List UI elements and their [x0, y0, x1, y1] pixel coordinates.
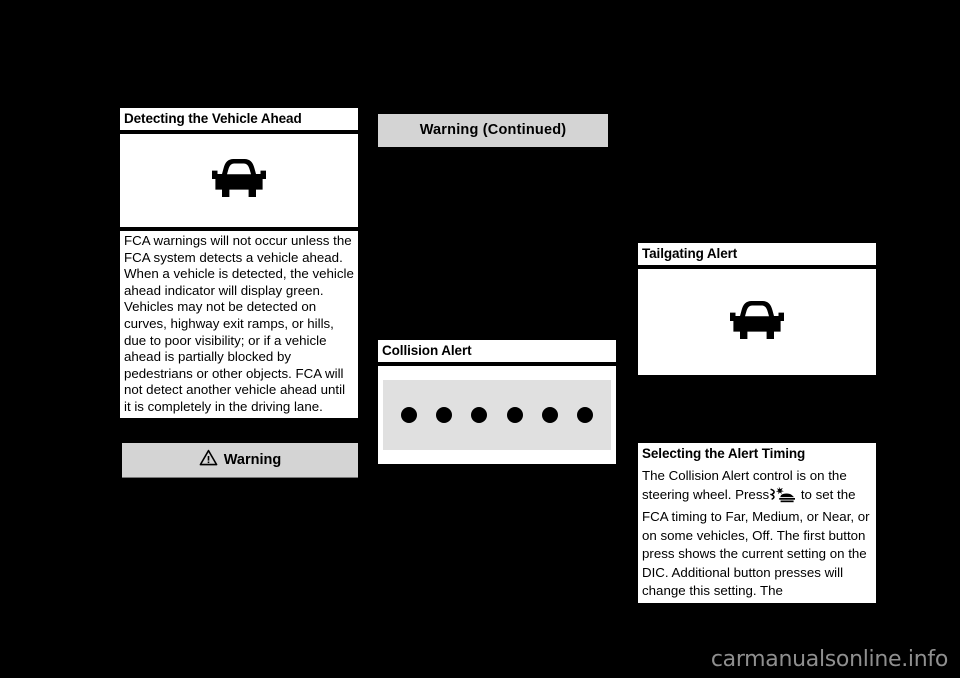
body-text-detecting-vehicle-ahead: FCA warnings will not occur unless the F… [120, 231, 358, 418]
alert-dot [435, 407, 452, 423]
figure-vehicle-ahead [120, 134, 358, 227]
alert-dot [506, 407, 523, 423]
warning-bar-column-1: Warning [122, 443, 358, 477]
section-tailgating-alert: Tailgating Alert [638, 243, 876, 375]
section-selecting-the-alert-timing: Selecting the Alert Timing The Collision… [638, 443, 876, 603]
section-heading-tailgating-alert: Tailgating Alert [638, 243, 876, 265]
tailgating-alert-vehicle-icon [727, 298, 787, 347]
body-text-selecting-alert-timing: The Collision Alert control is on the st… [638, 465, 876, 603]
watermark: carmanualsonline.info [710, 647, 948, 672]
figure-collision-alert [378, 366, 616, 464]
section-heading-collision-alert: Collision Alert [378, 340, 616, 362]
figure-tailgating-alert [638, 269, 876, 375]
section-collision-alert: Collision Alert [378, 340, 616, 464]
alert-timing-text-part-2: to set the FCA timing to Far, Medium, or… [642, 486, 870, 599]
section-heading-detecting-vehicle-ahead: Detecting the Vehicle Ahead [120, 108, 358, 130]
collision-alert-button-icon [770, 486, 796, 509]
collision-alert-flashing-dots-icon [383, 380, 611, 450]
alert-dot [577, 407, 594, 423]
section-detecting-the-vehicle-ahead: Detecting the Vehicle Ahead FCA warnings… [120, 108, 358, 418]
manual-page: Detecting the Vehicle Ahead FCA warnings… [0, 0, 960, 678]
alert-dot [400, 407, 417, 423]
alert-dot [471, 407, 488, 423]
warning-triangle-icon [199, 449, 218, 470]
section-heading-selecting-alert-timing: Selecting the Alert Timing [638, 443, 876, 465]
alert-dot [541, 407, 558, 423]
warning-bar-label: Warning [223, 451, 282, 468]
vehicle-ahead-indicator-icon [209, 156, 269, 205]
warning-continued-bar: Warning (Continued) [378, 114, 608, 147]
